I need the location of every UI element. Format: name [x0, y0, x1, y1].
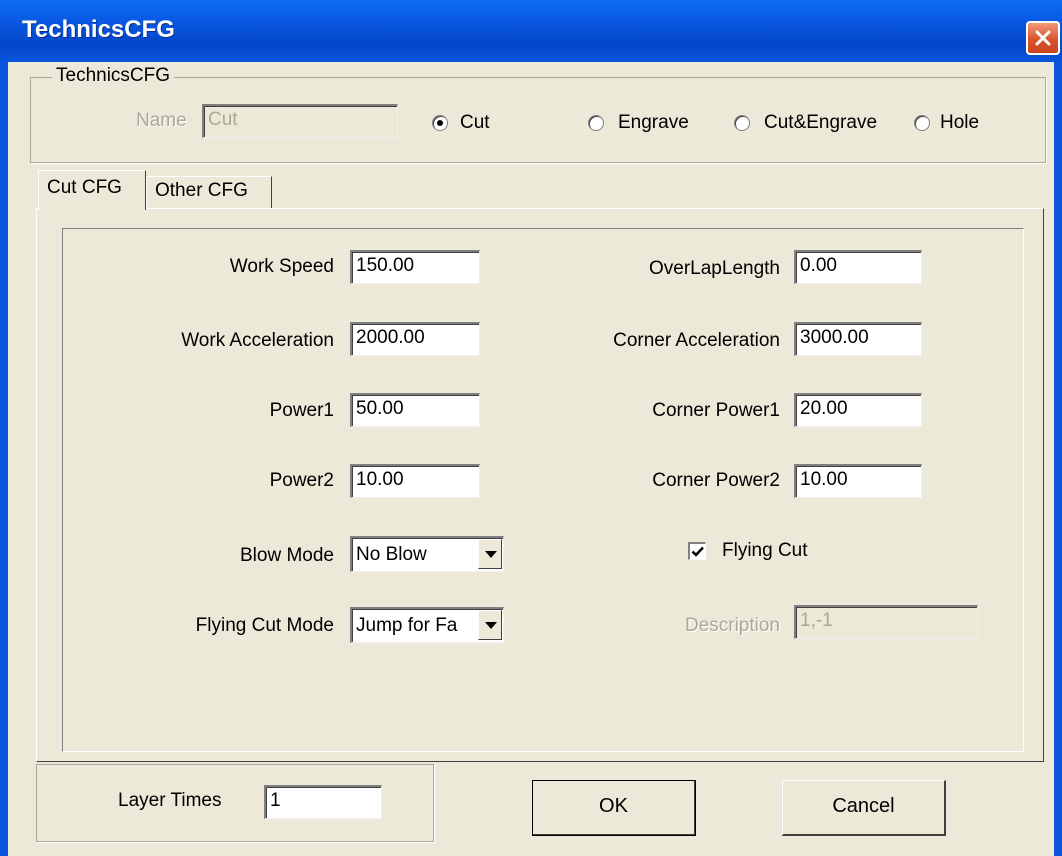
power2-field[interactable]: 10.00: [350, 464, 480, 498]
radio-cut-engrave-indicator[interactable]: [734, 115, 750, 131]
window-frame-right: [1054, 62, 1062, 856]
description-field[interactable]: 1,-1: [794, 605, 978, 639]
window-title: TechnicsCFG: [22, 16, 175, 43]
radio-cut-indicator[interactable]: [432, 115, 448, 131]
work-speed-field[interactable]: 150.00: [350, 250, 480, 284]
radio-engrave[interactable]: Engrave: [588, 112, 718, 139]
work-acceleration-field[interactable]: 2000.00: [350, 322, 480, 356]
flying-cut-label: Flying Cut: [722, 540, 808, 561]
tab-other-cfg-label: Other CFG: [155, 180, 248, 201]
close-button[interactable]: [1026, 21, 1060, 55]
corner-power1-label: Corner Power1: [652, 400, 780, 421]
layer-times-label: Layer Times: [118, 790, 222, 811]
flying-cut-mode-dropdown-button[interactable]: [478, 610, 502, 640]
radio-engrave-label: Engrave: [618, 112, 689, 133]
cancel-button[interactable]: Cancel: [782, 780, 946, 836]
checkmark-icon: [691, 546, 704, 557]
description-label: Description: [684, 615, 780, 636]
power1-field[interactable]: 50.00: [350, 393, 480, 427]
radio-cut-engrave[interactable]: Cut&Engrave: [734, 112, 904, 139]
flying-cut-mode-value: Jump for Fa: [356, 615, 458, 636]
radio-hole[interactable]: Hole: [914, 112, 994, 139]
corner-acceleration-field[interactable]: 3000.00: [794, 322, 922, 356]
radio-dot-icon: [437, 120, 443, 126]
overlap-length-label: OverLapLength: [649, 258, 780, 279]
power1-label: Power1: [269, 400, 334, 421]
corner-power2-field[interactable]: 10.00: [794, 464, 922, 498]
ok-button-label: OK: [599, 795, 628, 817]
radio-cut-label: Cut: [460, 112, 490, 133]
name-label: Name: [136, 110, 187, 131]
work-acceleration-label: Work Acceleration: [181, 330, 334, 351]
radio-hole-label: Hole: [940, 112, 980, 133]
name-field[interactable]: Cut: [202, 104, 398, 138]
groupbox-legend: TechnicsCFG: [52, 65, 175, 87]
power2-label: Power2: [269, 470, 334, 491]
blow-mode-dropdown-button[interactable]: [478, 539, 502, 569]
corner-acceleration-label: Corner Acceleration: [613, 330, 780, 351]
chevron-down-icon: [485, 551, 497, 558]
radio-cut-engrave-label: Cut&Engrave: [764, 112, 878, 133]
work-speed-label: Work Speed: [229, 256, 334, 277]
radio-hole-indicator[interactable]: [914, 115, 930, 131]
overlap-length-field[interactable]: 0.00: [794, 250, 922, 284]
corner-power2-label: Corner Power2: [652, 470, 780, 491]
tab-cut-cfg[interactable]: Cut CFG: [38, 170, 146, 210]
flying-cut-checkbox-box[interactable]: [688, 542, 706, 560]
flying-cut-mode-select[interactable]: Jump for Fa: [350, 607, 504, 643]
blow-mode-select[interactable]: No Blow: [350, 536, 504, 572]
layer-times-field[interactable]: 1: [264, 785, 382, 819]
radio-engrave-indicator[interactable]: [588, 115, 604, 131]
blow-mode-label: Blow Mode: [240, 545, 334, 566]
close-icon: [1035, 30, 1051, 46]
tab-other-cfg[interactable]: Other CFG: [146, 176, 272, 208]
ok-button[interactable]: OK: [532, 780, 696, 836]
chevron-down-icon: [485, 622, 497, 629]
blow-mode-value: No Blow: [356, 544, 427, 565]
tab-cut-cfg-label: Cut CFG: [47, 177, 122, 198]
flying-cut-checkbox[interactable]: Flying Cut: [688, 540, 838, 566]
cancel-button-label: Cancel: [832, 795, 895, 817]
flying-cut-mode-label: Flying Cut Mode: [195, 615, 334, 636]
corner-power1-field[interactable]: 20.00: [794, 393, 922, 427]
window-frame-left: [0, 62, 8, 856]
